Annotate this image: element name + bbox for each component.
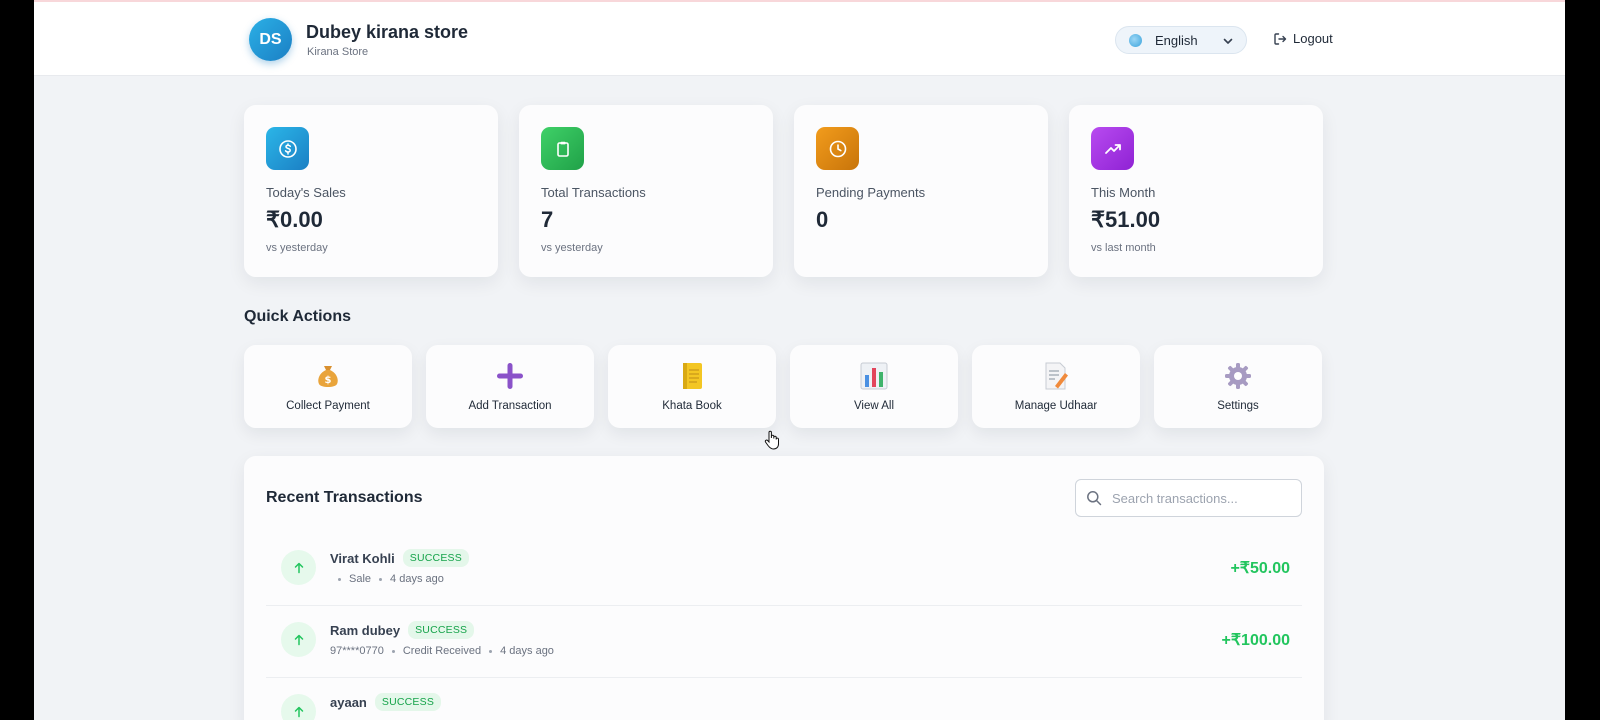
svg-text:$: $ <box>325 375 332 386</box>
stat-card-todays-sales: Today's Sales ₹0.00 vs yesterday <box>244 105 498 277</box>
arrow-up-icon <box>281 694 316 720</box>
transaction-amount: +₹50.00 <box>1230 560 1290 577</box>
arrow-up-icon <box>281 550 316 585</box>
transaction-time: 4 days ago <box>500 645 554 657</box>
search-box[interactable] <box>1075 479 1302 517</box>
separator-dot <box>391 649 395 653</box>
transaction-name-row: Virat Kohli SUCCESS <box>330 549 469 567</box>
stat-value: 7 <box>541 207 554 232</box>
status-badge: SUCCESS <box>374 693 442 711</box>
stat-value: 0 <box>816 207 829 232</box>
stat-subtext: vs yesterday <box>266 242 328 254</box>
quick-action-label: Collect Payment <box>286 400 370 412</box>
arrow-up-icon <box>281 622 316 657</box>
dollar-icon <box>266 127 309 170</box>
transaction-name: Ram dubey <box>330 622 401 638</box>
collect-payment-button[interactable]: $ Collect Payment <box>244 345 412 428</box>
quick-action-label: Settings <box>1217 400 1259 412</box>
manage-udhaar-button[interactable]: Manage Udhaar <box>972 345 1140 428</box>
separator-dot <box>379 577 383 581</box>
stat-value: ₹51.00 <box>1091 207 1161 232</box>
logout-button[interactable]: Logout <box>1273 31 1333 46</box>
store-avatar[interactable]: DS <box>249 18 292 61</box>
stat-label: Total Transactions <box>541 185 646 200</box>
quick-action-label: Manage Udhaar <box>1014 400 1098 412</box>
stat-subtext: vs last month <box>1091 242 1156 254</box>
clock-icon <box>816 127 859 170</box>
stat-label: This Month <box>1091 185 1156 200</box>
transaction-time: 4 days ago <box>390 573 444 585</box>
transaction-name: Virat Kohli <box>330 550 395 566</box>
separator-dot <box>489 649 493 653</box>
memo-icon <box>972 362 1140 390</box>
stat-label: Pending Payments <box>816 185 926 200</box>
app-window: DS Dubey kirana store Kirana Store Engli… <box>34 0 1565 720</box>
transaction-meta: 97****0770 Credit Received 4 days ago <box>330 645 554 657</box>
stat-subtext: vs yesterday <box>541 242 603 254</box>
notebook-icon <box>608 362 776 390</box>
language-selector[interactable]: English <box>1115 26 1247 54</box>
bar-chart-icon <box>790 362 958 390</box>
plus-icon <box>426 362 594 390</box>
transaction-type: Credit Received <box>402 645 482 657</box>
quick-actions-title: Quick Actions <box>244 308 351 325</box>
transaction-name-row: ayaan SUCCESS <box>330 693 442 711</box>
stat-card-total-transactions: Total Transactions 7 vs yesterday <box>519 105 773 277</box>
store-name: Dubey kirana store <box>306 22 469 42</box>
transaction-type: Sale <box>349 573 372 585</box>
transaction-phone: 97****0770 <box>330 645 384 657</box>
settings-button[interactable]: Settings <box>1154 345 1322 428</box>
store-type: Kirana Store <box>307 46 369 58</box>
clipboard-icon <box>541 127 584 170</box>
quick-action-label: Khata Book <box>662 400 722 412</box>
stat-card-pending-payments: Pending Payments 0 <box>794 105 1048 277</box>
gear-icon <box>1154 362 1322 390</box>
separator-dot <box>338 577 341 581</box>
money-bag-icon: $ <box>244 362 412 390</box>
transaction-name: ayaan <box>330 694 367 710</box>
transaction-meta: Sale 4 days ago <box>330 573 444 585</box>
quick-action-label: View All <box>853 400 895 412</box>
khata-book-button[interactable]: Khata Book <box>608 345 776 428</box>
trending-up-icon <box>1091 127 1134 170</box>
search-input[interactable] <box>1112 490 1292 506</box>
recent-transactions-panel: Recent Transactions Virat Kohli SUCCESS … <box>244 456 1324 720</box>
quick-action-label: Add Transaction <box>468 400 552 412</box>
hand-cursor-icon <box>764 430 779 450</box>
view-all-button[interactable]: View All <box>790 345 958 428</box>
status-badge: SUCCESS <box>402 549 469 567</box>
add-transaction-button[interactable]: Add Transaction <box>426 345 594 428</box>
logout-label: Logout <box>1293 31 1333 46</box>
stat-label: Today's Sales <box>266 185 346 200</box>
globe-icon <box>1129 33 1142 47</box>
transaction-row[interactable]: Virat Kohli SUCCESS Sale 4 days ago +₹50… <box>266 534 1302 606</box>
transaction-amount: +₹100.00 <box>1221 632 1290 649</box>
transaction-name-row: Ram dubey SUCCESS <box>330 621 475 639</box>
chevron-down-icon <box>1223 38 1233 44</box>
stat-card-this-month: This Month ₹51.00 vs last month <box>1069 105 1323 277</box>
recent-transactions-title: Recent Transactions <box>266 489 423 506</box>
search-icon <box>1087 491 1102 506</box>
transaction-row[interactable]: Ram dubey SUCCESS 97****0770 Credit Rece… <box>266 606 1302 678</box>
logout-icon <box>1274 32 1287 45</box>
transaction-row[interactable]: ayaan SUCCESS <box>266 678 1302 720</box>
language-label: English <box>1155 32 1198 48</box>
header: DS Dubey kirana store Kirana Store Engli… <box>34 2 1565 76</box>
stat-value: ₹0.00 <box>266 207 323 232</box>
status-badge: SUCCESS <box>408 621 475 639</box>
